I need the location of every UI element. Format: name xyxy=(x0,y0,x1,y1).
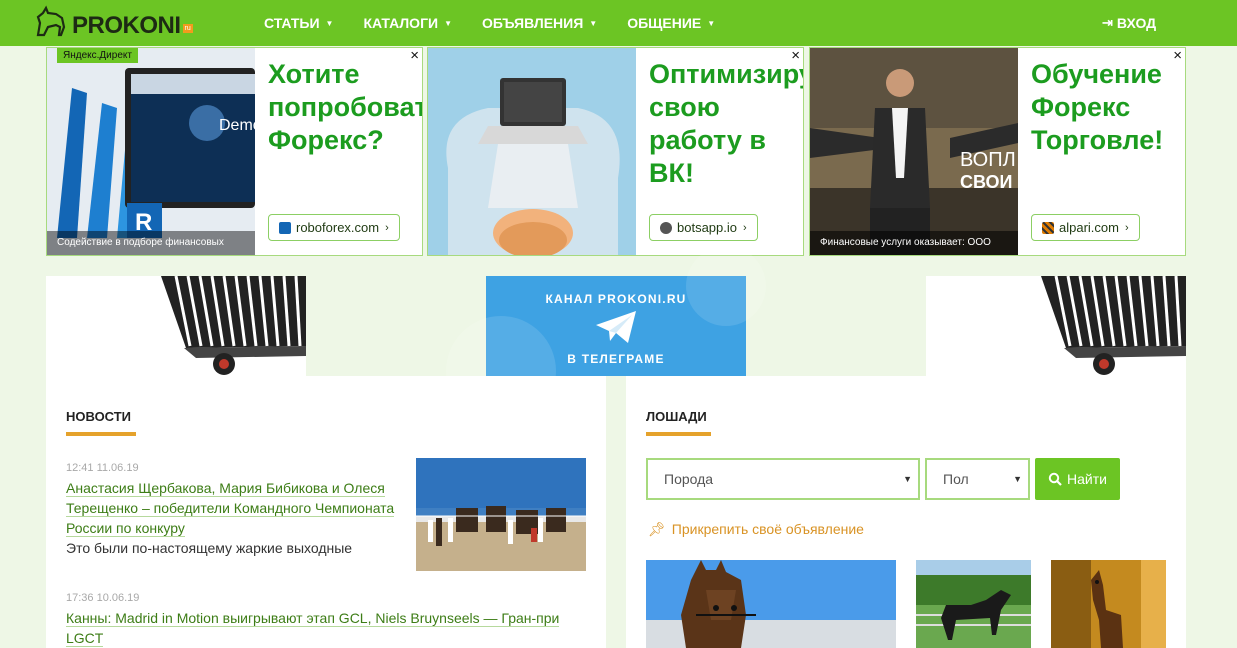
site-logo[interactable]: PROKONI ru xyxy=(34,4,193,40)
ad-block-botsapp[interactable]: Оптимизируй свою работу в ВК! botsapp.io… xyxy=(427,47,804,256)
nav-catalogs[interactable]: КАТАЛОГИ ▼ xyxy=(363,15,452,31)
telegram-banner-line2: В ТЕЛЕГРАМЕ xyxy=(567,352,665,366)
nav-articles-label: СТАТЬИ xyxy=(264,15,320,31)
pin-icon: 📌︎ xyxy=(648,521,666,537)
ad-image-alpari: ВОПЛ СВОИ xyxy=(810,48,1018,255)
news-title-line: России по конкуру xyxy=(66,520,185,537)
trailer-banner-right[interactable] xyxy=(1036,276,1186,376)
section-underline xyxy=(646,432,711,436)
news-timestamp: 17:36 10.06.19 xyxy=(66,592,140,604)
section-underline xyxy=(66,432,136,436)
news-thumbnail[interactable] xyxy=(416,458,586,571)
news-title-line: Анастасия Щербакова, Мария Бибикова и Ол… xyxy=(66,480,385,497)
yandex-direct-badge: Яндекс.Директ xyxy=(57,48,138,63)
sign-in-icon: ⇥ xyxy=(1102,15,1113,30)
nav-community[interactable]: ОБЩЕНИЕ ▼ xyxy=(627,15,715,31)
ad-title[interactable]: Хотите попробовать Форекс? xyxy=(268,58,422,157)
nav-catalogs-label: КАТАЛОГИ xyxy=(363,15,439,31)
pin-ad-link[interactable]: 📌︎ Прикрепить своё объявление xyxy=(648,521,864,538)
logo-text: PROKONI xyxy=(72,12,181,39)
telegram-plane-icon xyxy=(596,311,636,343)
botsapp-favicon-icon xyxy=(660,221,672,234)
news-title-link[interactable]: Анастасия Щербакова, Мария Бибикова и Ол… xyxy=(66,478,406,538)
telegram-channel-banner[interactable]: КАНАЛ PROKONI.RU В ТЕЛЕГРАМЕ xyxy=(446,246,766,426)
ad-title[interactable]: Обучение Форекс Торговле! xyxy=(1031,58,1181,157)
chevron-right-icon: › xyxy=(743,221,747,234)
news-timestamp: 12:41 11.06.19 xyxy=(66,462,139,474)
horse-photo[interactable] xyxy=(1051,560,1166,648)
news-title-link[interactable]: Канны: Madrid in Motion выигрывают этап … xyxy=(66,608,586,648)
top-navbar: PROKONI ru СТАТЬИ ▼ КАТАЛОГИ ▼ ОБЪЯВЛЕНИЯ ▼… xyxy=(0,0,1237,46)
close-icon[interactable]: × xyxy=(791,48,800,64)
login-label: ВХОД xyxy=(1116,15,1157,31)
ad-image-forex: Demo R xyxy=(47,48,255,255)
roboforex-favicon-icon xyxy=(279,221,291,234)
caret-down-icon: ▼ xyxy=(903,474,912,484)
nav-community-label: ОБЩЕНИЕ xyxy=(627,15,702,31)
breed-select-value: Порода xyxy=(664,471,714,487)
sex-select[interactable]: Пол ▼ xyxy=(925,458,1030,500)
close-icon[interactable]: × xyxy=(410,48,419,64)
news-title-line: Терещенко – победители Командного Чемпио… xyxy=(66,500,395,517)
ad-img-text-1: ВОПЛ xyxy=(960,149,1016,171)
ad-img-text-2: СВОИ xyxy=(960,172,1013,192)
horses-section-title: ЛОШАДИ xyxy=(646,409,707,424)
chevron-down-icon: ▼ xyxy=(444,18,452,28)
search-icon xyxy=(1048,472,1062,486)
decor-circle xyxy=(686,246,766,326)
chevron-down-icon: ▼ xyxy=(325,18,334,28)
nav-ads[interactable]: ОБЪЯВЛЕНИЯ ▼ xyxy=(482,15,597,31)
nav-articles[interactable]: СТАТЬИ ▼ xyxy=(264,15,333,31)
ad-caption: Финансовые услуги оказывает: ООО xyxy=(820,237,991,248)
ad-link-text: roboforex.com xyxy=(296,220,380,235)
close-icon[interactable]: × xyxy=(1173,48,1182,64)
chevron-down-icon: ▼ xyxy=(707,18,716,28)
news-description: Это были по-настоящему жаркие выходные xyxy=(66,540,353,556)
ad-image-botsapp xyxy=(428,48,636,255)
chevron-right-icon: › xyxy=(1124,221,1129,234)
ad-site-link[interactable]: roboforex.com › xyxy=(268,214,400,241)
ad-site-link[interactable]: alpari.com › xyxy=(1031,214,1140,241)
ad-link-text: botsapp.io xyxy=(677,220,737,235)
horse-photo[interactable] xyxy=(916,560,1031,648)
horse-photo[interactable] xyxy=(646,560,896,648)
ad-block-alpari[interactable]: ВОПЛ СВОИ Финансовые услуги оказывает: О… xyxy=(809,47,1186,256)
ad-block-forex[interactable]: Demo R Яндекс.Директ Содействие в подбор… xyxy=(46,47,423,256)
sex-select-value: Пол xyxy=(943,471,969,487)
chevron-down-icon: ▼ xyxy=(589,18,598,28)
alpari-favicon-icon xyxy=(1042,221,1054,234)
news-title-line: Канны: Madrid in Motion выигрывают этап … xyxy=(66,610,560,627)
ad-title[interactable]: Оптимизируй свою работу в ВК! xyxy=(649,58,803,190)
find-button-label: Найти xyxy=(1067,471,1107,487)
ad-link-text: alpari.com xyxy=(1059,220,1119,235)
ad-demo-text: Demo xyxy=(219,117,255,134)
news-title-line: LGCT xyxy=(66,630,104,647)
ad-caption: Содействие в подборе финансовых xyxy=(57,237,224,248)
logo-badge: ru xyxy=(182,23,193,33)
chevron-right-icon: › xyxy=(385,221,389,234)
login-button[interactable]: ⇥ ВХОД xyxy=(1102,0,1156,46)
find-button[interactable]: Найти xyxy=(1035,458,1120,500)
horse-logo-icon xyxy=(36,5,66,37)
breed-select[interactable]: Порода ▼ xyxy=(646,458,920,500)
ad-site-link[interactable]: botsapp.io › xyxy=(649,214,758,241)
nav-ads-label: ОБЪЯВЛЕНИЯ xyxy=(482,15,584,31)
news-section-title: НОВОСТИ xyxy=(66,409,132,424)
main-nav: СТАТЬИ ▼ КАТАЛОГИ ▼ ОБЪЯВЛЕНИЯ ▼ ОБЩЕНИЕ ▼ xyxy=(264,0,745,46)
trailer-banner-left[interactable] xyxy=(156,276,306,376)
telegram-banner-line1: КАНАЛ PROKONI.RU xyxy=(545,292,687,306)
pin-link-text: Прикрепить своё объявление xyxy=(671,521,864,537)
caret-down-icon: ▼ xyxy=(1013,474,1022,484)
